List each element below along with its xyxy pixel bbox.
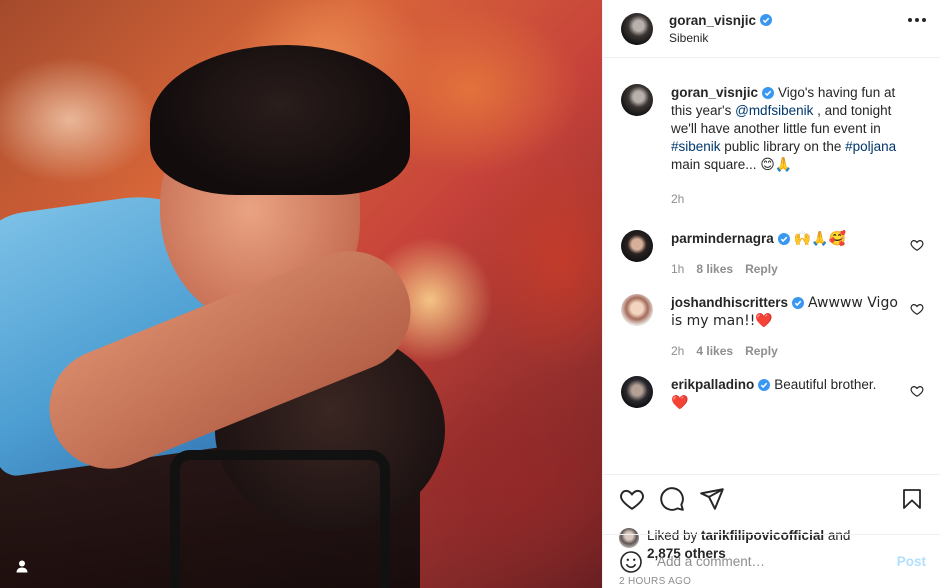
commenter-avatar[interactable] — [621, 230, 653, 262]
caption-time[interactable]: 2h — [671, 190, 684, 208]
verified-badge-icon — [758, 379, 771, 391]
author-username[interactable]: goran_visnjic — [669, 13, 773, 28]
caption-emoji: 😊🙏 — [760, 157, 793, 173]
user-tag-icon[interactable] — [12, 556, 32, 576]
commenter-username[interactable]: joshandhiscritters — [671, 294, 805, 312]
share-icon[interactable] — [699, 486, 725, 512]
verified-badge-icon — [777, 233, 790, 245]
caption-text: public library on the — [720, 139, 846, 154]
caption-username-text[interactable]: goran_visnjic — [671, 84, 758, 102]
caption-username[interactable]: goran_visnjic — [671, 84, 775, 102]
caption-avatar[interactable] — [621, 84, 653, 116]
comment-text: Beautiful brother. — [774, 377, 877, 392]
photo-hair-shape — [150, 45, 410, 195]
caption-mention-link[interactable]: @mdfsibenik — [735, 103, 813, 118]
comment-input[interactable] — [657, 554, 897, 569]
comment-likes[interactable]: 4 likes — [696, 342, 733, 360]
reply-button[interactable]: Reply — [745, 342, 778, 360]
commenter-avatar[interactable] — [621, 294, 653, 326]
commenter-username[interactable]: parmindernagra — [671, 230, 790, 248]
comment-text: 🙌🙏🥰 — [793, 231, 847, 247]
post-photo[interactable] — [0, 0, 602, 588]
comment-icon[interactable] — [659, 486, 685, 512]
commenter-username-text[interactable]: parmindernagra — [671, 230, 774, 248]
comment-emoji: ❤️ — [671, 395, 689, 411]
verified-badge-icon — [792, 297, 805, 309]
caption-hashtag-link[interactable]: #sibenik — [671, 139, 721, 154]
like-comment-heart-icon[interactable] — [910, 384, 924, 398]
caption-text: main square... — [671, 157, 761, 172]
author-avatar[interactable] — [621, 12, 653, 45]
comment-time[interactable]: 1h — [671, 260, 684, 278]
caption: goran_visnjic Vigo's having fun at this … — [621, 84, 924, 208]
like-comment-heart-icon[interactable] — [910, 238, 924, 252]
comment-item: parmindernagra 🙌🙏🥰 1h 8 likes Reply — [621, 230, 924, 278]
heart-icon[interactable] — [619, 486, 645, 512]
comment-likes[interactable]: 8 likes — [696, 260, 733, 278]
commenter-username-text[interactable]: erikpalladino — [671, 376, 754, 394]
caption-hashtag-link[interactable]: #poljana — [845, 139, 896, 154]
comment-item: joshandhiscritters Awwww Vigo is my man!… — [621, 294, 924, 360]
comment-time[interactable]: 2h — [671, 342, 684, 360]
comment-item: erikpalladino Beautiful brother. ❤️ — [621, 376, 924, 412]
photo-seat-back-shape — [170, 450, 390, 588]
bookmark-icon[interactable] — [900, 486, 924, 512]
post-comment-button[interactable]: Post — [897, 554, 926, 569]
post-sidebar: goran_visnjic Sibenik goran_visnjic Vigo… — [602, 0, 940, 588]
commenter-avatar[interactable] — [621, 376, 653, 408]
post-location[interactable]: Sibenik — [669, 31, 772, 45]
author-username-text[interactable]: goran_visnjic — [669, 13, 756, 28]
instagram-post-modal: goran_visnjic Sibenik goran_visnjic Vigo… — [0, 0, 940, 588]
add-comment-bar: Post — [603, 534, 940, 588]
verified-badge-icon — [762, 87, 775, 99]
emoji-icon[interactable] — [619, 550, 643, 574]
post-header: goran_visnjic Sibenik — [603, 0, 940, 58]
like-comment-heart-icon[interactable] — [910, 302, 924, 316]
more-options-icon[interactable] — [908, 18, 926, 22]
reply-button[interactable]: Reply — [745, 260, 778, 278]
verified-badge-icon — [760, 14, 773, 26]
comments-list: goran_visnjic Vigo's having fun at this … — [603, 58, 940, 474]
commenter-username[interactable]: erikpalladino — [671, 376, 771, 394]
commenter-username-text[interactable]: joshandhiscritters — [671, 294, 788, 312]
